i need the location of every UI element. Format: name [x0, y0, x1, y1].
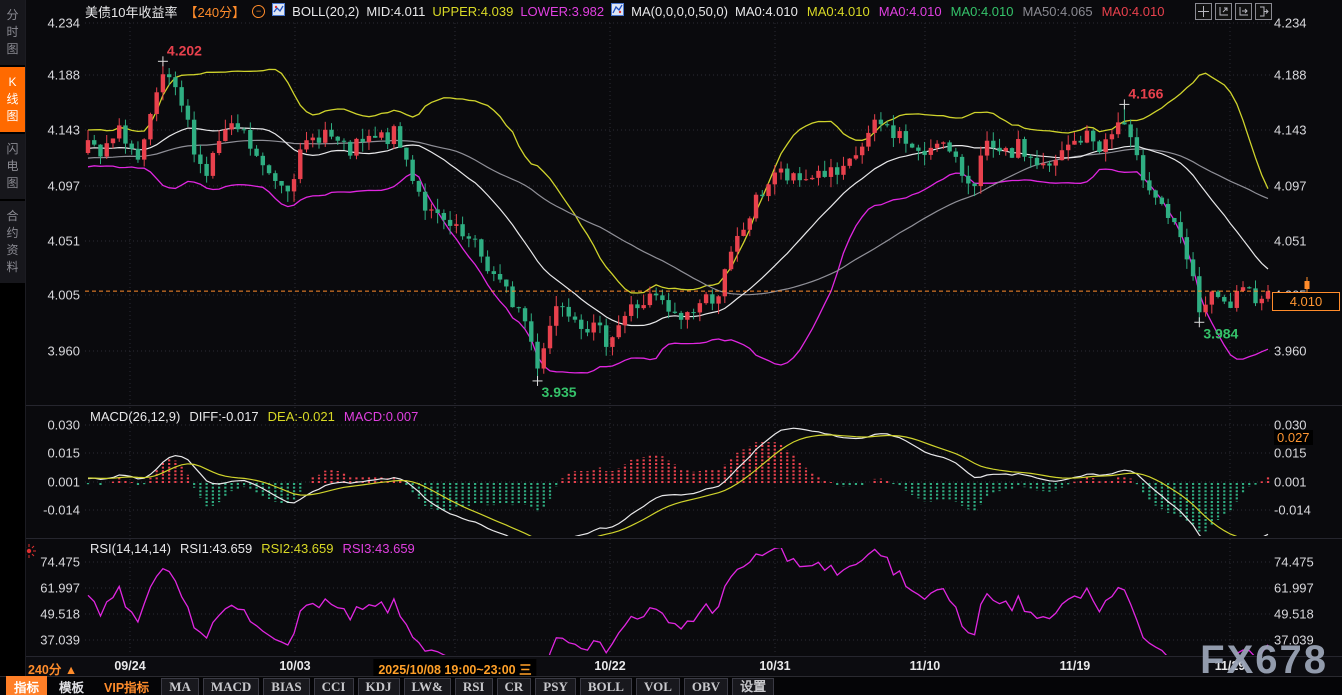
ma-value-4: MA50:4.065 — [1022, 4, 1092, 19]
indicator-button-bias[interactable]: BIAS — [263, 678, 309, 695]
ma-value-3: MA0:4.010 — [951, 4, 1014, 19]
macd-tick-left: 0.030 — [26, 418, 80, 433]
exit-fullscreen-icon[interactable] — [1255, 3, 1272, 20]
indicator-button-lw[interactable]: LW& — [404, 678, 451, 695]
chart-canvas[interactable]: 4.202 4.166 3.935 3.984 — [0, 0, 1342, 695]
time-axis: 240分 ▲ 09/2410/032025/10/08 19:00~23:00 … — [25, 657, 1342, 676]
rsi1-value: RSI1:43.659 — [180, 541, 252, 556]
indicator-button-vol[interactable]: VOL — [636, 678, 680, 695]
macd-tick-left: -0.014 — [26, 503, 80, 518]
rsi-tick-right: 74.475 — [1274, 555, 1336, 570]
price-tick-left: 3.960 — [26, 344, 80, 359]
svg-text:3.935: 3.935 — [542, 384, 577, 400]
pan-axis-icon[interactable] — [1235, 3, 1252, 20]
date-tick-5: 11/10 — [910, 659, 941, 673]
macd-dea-value: DEA:-0.021 — [268, 409, 335, 424]
price-tick-left: 4.097 — [26, 179, 80, 194]
rsi-tick-right: 61.997 — [1274, 581, 1336, 596]
indicator-button-obv[interactable]: OBV — [684, 678, 728, 695]
macd-tick-left: 0.015 — [26, 446, 80, 461]
collapse-icon[interactable]: − — [252, 5, 265, 18]
ma-value-5: MA0:4.010 — [1102, 4, 1165, 19]
price-tick-right: 4.234 — [1274, 16, 1336, 31]
ma-label: MA(0,0,0,0,50,0) — [631, 4, 728, 19]
macd-diff-value: DIFF:-0.017 — [189, 409, 258, 424]
price-tick-left: 4.188 — [26, 68, 80, 83]
svg-text:4.166: 4.166 — [1128, 85, 1163, 101]
settings-button[interactable]: 设置 — [732, 678, 774, 695]
indicator-button-kdj[interactable]: KDJ — [358, 678, 400, 695]
sidebar-tab-3[interactable]: 合约资料 — [0, 201, 25, 283]
macd-panel-title: MACD(26,12,9) DIFF:-0.017 DEA:-0.021 MAC… — [90, 409, 418, 424]
bottom-toolbar: 指标模板VIP指标MAMACDBIAS CCIKDJLW&RSICRPSYBOLL… — [0, 676, 1342, 695]
rsi-tick-left: 61.997 — [26, 581, 80, 596]
boll-indicator-icon[interactable] — [272, 3, 285, 19]
boll-label: BOLL(20,2) — [292, 4, 359, 19]
rsi-params: RSI(14,14,14) — [90, 541, 171, 556]
toolbar-tab-0[interactable]: 指标 — [6, 676, 47, 695]
sidebar: 分时图K线图闪电图合约资料 — [0, 0, 26, 695]
price-tick-right: 4.188 — [1274, 68, 1336, 83]
boll-mid-value: MID:4.011 — [366, 4, 425, 19]
current-macd-label: 0.027 — [1274, 430, 1313, 445]
price-tick-left: 4.143 — [26, 123, 80, 138]
date-tick-4: 10/31 — [759, 659, 790, 673]
indicator-button-ma[interactable]: MA — [161, 678, 199, 695]
ma-indicator-icon[interactable] — [611, 3, 624, 19]
rsi2-value: RSI2:43.659 — [261, 541, 333, 556]
sidebar-tab-2[interactable]: 闪电图 — [0, 134, 25, 199]
boll-lower-value: LOWER:3.982 — [520, 4, 604, 19]
price-tick-left: 4.005 — [26, 288, 80, 303]
sidebar-tab-0[interactable]: 分时图 — [0, 0, 25, 65]
rsi-panel-title: RSI(14,14,14) RSI1:43.659 RSI2:43.659 RS… — [90, 541, 415, 556]
chart-header: 美债10年收益率 【240分】 − BOLL(20,2) MID:4.011 U… — [85, 0, 1164, 22]
current-price-label: 4.010 — [1272, 292, 1340, 311]
macd-macd-value: MACD:0.007 — [344, 409, 418, 424]
ma-value-1: MA0:4.010 — [807, 4, 870, 19]
macd-tick-right: 0.015 — [1274, 446, 1336, 461]
date-tick-6: 11/19 — [1060, 659, 1091, 673]
indicator-button-cr[interactable]: CR — [497, 678, 532, 695]
price-tick-right: 4.097 — [1274, 179, 1336, 194]
rsi-tick-left: 49.518 — [26, 607, 80, 622]
sidebar-tab-1[interactable]: K线图 — [0, 67, 25, 132]
price-tick-right: 4.051 — [1274, 234, 1336, 249]
current-candle-marker — [1300, 277, 1314, 293]
macd-tick-right: 0.001 — [1274, 475, 1336, 490]
ma-value-0: MA0:4.010 — [735, 4, 798, 19]
indicator-button-cci[interactable]: CCI — [314, 678, 354, 695]
date-tick-3: 10/22 — [594, 659, 625, 673]
svg-text:4.202: 4.202 — [167, 42, 202, 58]
trading-terminal: 4.202 4.166 3.935 3.984 分时图K线图闪电图合约资料 美债10年… — [0, 0, 1342, 695]
price-tick-right: 3.960 — [1274, 344, 1336, 359]
boll-upper-value: UPPER:4.039 — [432, 4, 513, 19]
ma-values: MA0:4.010 MA0:4.010 MA0:4.010 MA0:4.010 MA50… — [735, 4, 1164, 19]
indicator-button-boll[interactable]: BOLL — [580, 678, 632, 695]
timeframe-label[interactable]: 【240分】 — [184, 2, 245, 21]
macd-tick-left: 0.001 — [26, 475, 80, 490]
toolbar-tab-2[interactable]: VIP指标 — [96, 676, 157, 695]
chart-tools — [1195, 3, 1272, 20]
svg-text:3.984: 3.984 — [1203, 325, 1238, 341]
date-tick-0: 09/24 — [114, 659, 145, 673]
symbol-title: 美债10年收益率 — [85, 2, 177, 21]
ma-value-2: MA0:4.010 — [879, 4, 942, 19]
rsi-tick-right: 49.518 — [1274, 607, 1336, 622]
price-tick-left: 4.051 — [26, 234, 80, 249]
macd-params: MACD(26,12,9) — [90, 409, 180, 424]
indicator-button-rsi[interactable]: RSI — [455, 678, 493, 695]
date-tick-1: 10/03 — [279, 659, 310, 673]
indicator-button-macd[interactable]: MACD — [203, 678, 259, 695]
crosshair-icon[interactable] — [1195, 3, 1212, 20]
macd-tick-right: -0.014 — [1274, 503, 1336, 518]
rsi3-value: RSI3:43.659 — [343, 541, 415, 556]
toolbar-tab-1[interactable]: 模板 — [51, 676, 92, 695]
zoom-axis-icon[interactable] — [1215, 3, 1232, 20]
price-tick-left: 4.234 — [26, 16, 80, 31]
rsi-tick-left: 37.039 — [26, 633, 80, 648]
price-tick-right: 4.143 — [1274, 123, 1336, 138]
indicator-button-psy[interactable]: PSY — [535, 678, 576, 695]
